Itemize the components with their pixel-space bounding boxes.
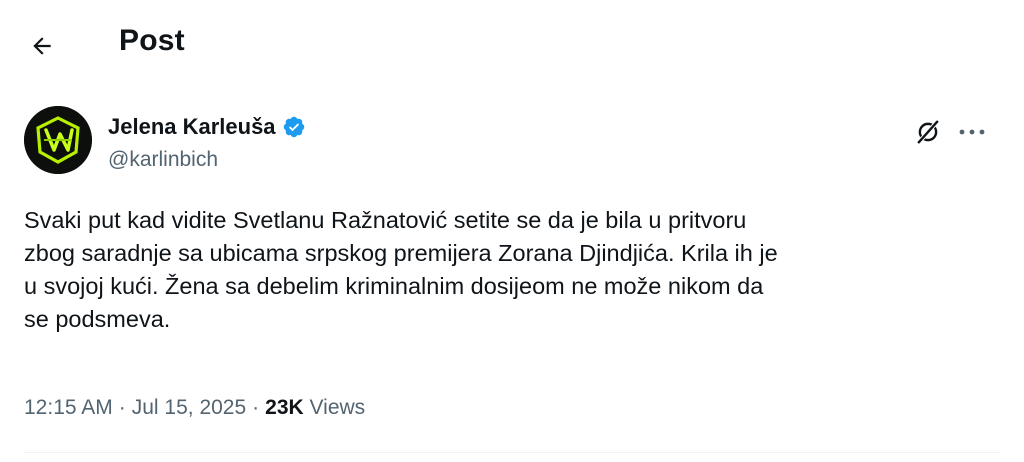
- divider: [24, 452, 1000, 453]
- post-page: Post Jelena Karleuša @karlinbich Svaki p…: [0, 0, 1024, 462]
- tweet-text: Svaki put kad vidite Svetlanu Ražnatović…: [24, 207, 778, 332]
- grok-button[interactable]: [912, 116, 944, 148]
- page-title: Post: [119, 24, 185, 57]
- author-name-text: Jelena Karleuša: [108, 114, 276, 139]
- avatar[interactable]: [24, 106, 92, 174]
- tweet-meta: 12:15 AM · Jul 15, 2025 · 23K Views: [24, 396, 365, 420]
- more-options-button[interactable]: [954, 116, 990, 148]
- more-options-icon: [959, 129, 985, 135]
- views-count: 23K: [265, 396, 304, 419]
- avatar-logo-icon: [24, 106, 92, 174]
- arrow-left-icon: [33, 37, 51, 55]
- views[interactable]: 23K Views: [265, 396, 365, 420]
- back-button[interactable]: [22, 26, 62, 66]
- views-label: Views: [309, 396, 366, 419]
- meta-separator: ·: [252, 396, 260, 419]
- grok-icon: [917, 120, 939, 144]
- author-name[interactable]: Jelena Karleuša: [108, 114, 306, 140]
- header: Post: [0, 0, 1024, 90]
- meta-separator: ·: [118, 396, 126, 419]
- author-handle[interactable]: @karlinbich: [108, 148, 218, 172]
- verified-badge-icon: [283, 116, 304, 138]
- tweet-time[interactable]: 12:15 AM: [24, 396, 113, 420]
- tweet-date[interactable]: Jul 15, 2025: [132, 396, 246, 420]
